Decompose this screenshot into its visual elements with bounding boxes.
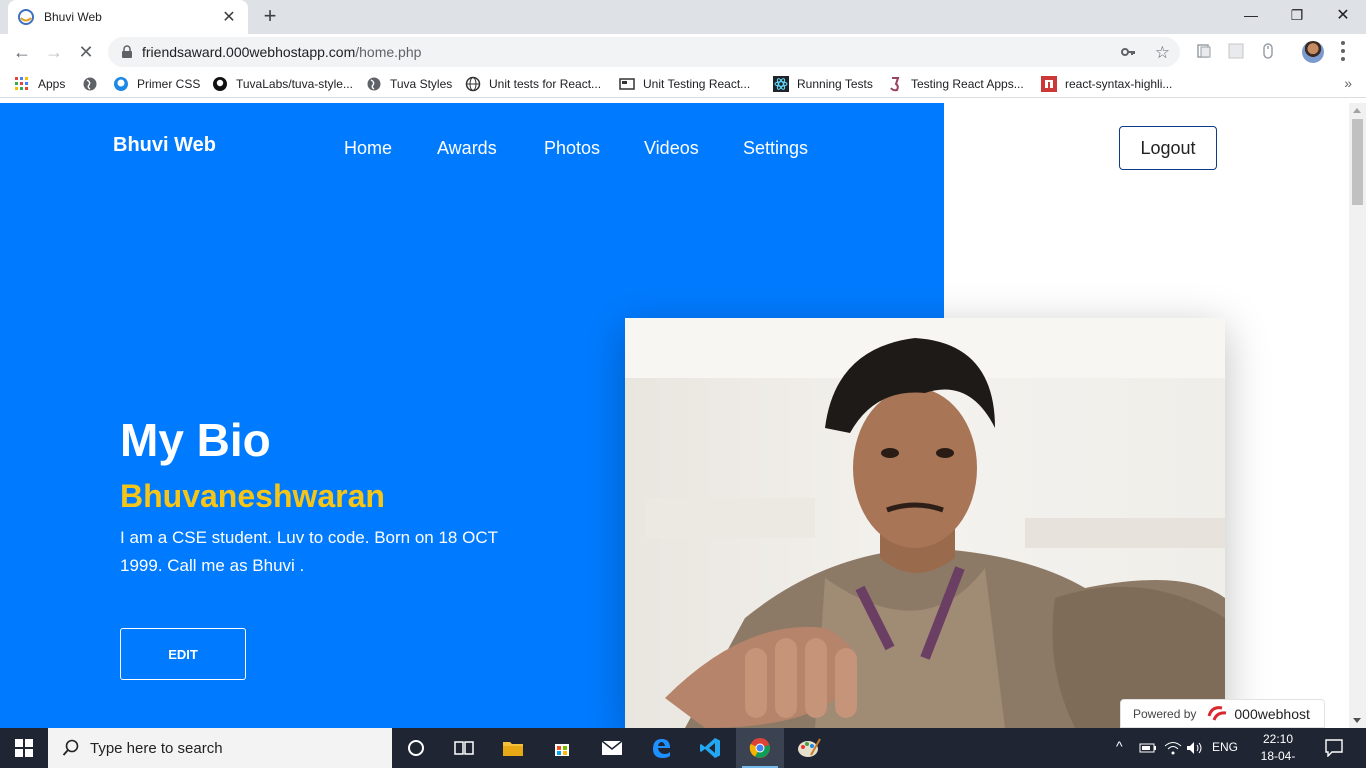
minimize-icon[interactable]: — xyxy=(1228,0,1274,30)
site-brand[interactable]: Bhuvi Web xyxy=(113,134,216,157)
lock-icon xyxy=(122,45,132,58)
nav-settings[interactable]: Settings xyxy=(743,138,808,159)
npm-icon xyxy=(1041,76,1057,92)
jest-icon xyxy=(890,77,900,92)
taskbar-search-input[interactable]: Type here to search xyxy=(48,728,392,768)
edit-button[interactable]: EDIT xyxy=(120,628,246,680)
extension-mouse-icon[interactable] xyxy=(1260,43,1276,59)
bio-description: I am a CSE student. Luv to code. Born on… xyxy=(120,528,498,575)
edge-icon[interactable] xyxy=(637,728,685,768)
bookmark-globe[interactable] xyxy=(82,76,106,92)
screen-icon xyxy=(619,78,635,90)
bio-name: Bhuvaneshwaran xyxy=(120,478,385,514)
bookmark-label: Unit tests for React... xyxy=(489,77,602,91)
mail-icon[interactable] xyxy=(588,728,636,768)
web-icon xyxy=(465,76,481,92)
bookmark-testing-react-apps[interactable]: Testing React Apps... xyxy=(887,76,1024,92)
restore-icon[interactable]: ❐ xyxy=(1274,0,1320,30)
scrollbar-thumb[interactable] xyxy=(1352,119,1363,205)
address-url: friendsaward.000webhostapp.com/home.php xyxy=(142,44,422,60)
store-icon[interactable] xyxy=(538,728,586,768)
volume-icon[interactable] xyxy=(1186,741,1204,755)
paint-icon[interactable] xyxy=(785,728,833,768)
search-placeholder: Type here to search xyxy=(90,739,223,757)
github-octocat-icon xyxy=(213,77,227,91)
extension-icon[interactable] xyxy=(1196,43,1212,59)
bookmark-apps[interactable]: Apps xyxy=(14,76,65,92)
back-icon[interactable]: ← xyxy=(10,40,34,64)
bookmark-label: react-syntax-highli... xyxy=(1065,77,1173,91)
taskbar-clock[interactable]: 22:10 18-04-2020 xyxy=(1250,731,1306,768)
language-indicator[interactable]: ENG xyxy=(1212,740,1238,754)
windows-taskbar: Type here to search ^ ENG 22:10 18-04-20… xyxy=(0,728,1366,768)
clock-date: 18-04-2020 xyxy=(1260,749,1296,768)
bookmark-react-syntax-highlighter[interactable]: react-syntax-highli... xyxy=(1041,76,1172,92)
bookmark-label: Running Tests xyxy=(797,77,873,91)
key-icon[interactable] xyxy=(1120,44,1136,60)
task-view-icon[interactable] xyxy=(440,728,488,768)
profile-avatar[interactable] xyxy=(1302,41,1324,63)
github-icon xyxy=(114,77,128,91)
nav-videos[interactable]: Videos xyxy=(644,138,699,159)
bookmark-label: Unit Testing React... xyxy=(643,77,751,91)
browser-tab[interactable]: Bhuvi Web ✕ xyxy=(8,0,248,34)
cortana-icon[interactable] xyxy=(392,728,440,768)
logout-button[interactable]: Logout xyxy=(1119,126,1217,170)
globe-icon xyxy=(367,77,381,91)
battery-icon[interactable] xyxy=(1139,741,1157,755)
page-viewport: Bhuvi Web Home Awards Photos Videos Sett… xyxy=(0,103,1349,728)
bookmarks-overflow-icon[interactable]: » xyxy=(1344,75,1352,91)
powered-by-label: Powered by xyxy=(1133,706,1197,721)
tab-close-icon[interactable]: ✕ xyxy=(220,7,238,27)
browser-menu-icon[interactable] xyxy=(1340,41,1346,61)
new-tab-icon[interactable]: + xyxy=(258,4,282,28)
bookmark-star-icon[interactable]: ☆ xyxy=(1155,43,1170,63)
nav-photos[interactable]: Photos xyxy=(544,138,600,159)
browser-toolbar: ← → ✕ friendsaward.000webhostapp.com/hom… xyxy=(0,34,1366,70)
bookmark-label: Apps xyxy=(38,77,66,91)
forward-icon[interactable]: → xyxy=(42,40,66,64)
vscode-icon[interactable] xyxy=(686,728,734,768)
000webhost-logo-icon xyxy=(1207,705,1227,721)
apps-grid-icon xyxy=(15,77,28,90)
globe-icon xyxy=(83,77,97,91)
address-bar[interactable]: friendsaward.000webhostapp.com/home.php … xyxy=(108,37,1180,67)
nav-home[interactable]: Home xyxy=(344,138,392,159)
bookmark-primer-css[interactable]: Primer CSS xyxy=(113,76,200,92)
bookmark-label: Tuva Styles xyxy=(390,77,453,91)
search-icon xyxy=(62,739,79,756)
tab-strip: Bhuvi Web ✕ + — ❐ ✕ xyxy=(0,0,1366,34)
bookmark-unit-testing-react[interactable]: Unit Testing React... xyxy=(619,76,750,92)
tab-title: Bhuvi Web xyxy=(44,10,102,24)
bio-title: My Bio xyxy=(120,414,271,466)
stop-loading-icon[interactable]: ✕ xyxy=(74,40,98,64)
windows-logo-icon xyxy=(15,739,33,757)
bookmark-label: Primer CSS xyxy=(137,77,201,91)
bookmark-label: TuvaLabs/tuva-style... xyxy=(236,77,353,91)
chrome-icon[interactable] xyxy=(736,728,784,768)
window-close-icon[interactable]: ✕ xyxy=(1320,0,1366,30)
bookmark-tuva-styles[interactable]: Tuva Styles xyxy=(366,76,452,92)
bookmark-tuvalabs[interactable]: TuvaLabs/tuva-style... xyxy=(212,76,353,92)
powered-by-brand: 000webhost xyxy=(1234,705,1310,722)
notifications-icon[interactable] xyxy=(1325,739,1343,757)
powered-by-badge[interactable]: Powered by 000webhost xyxy=(1120,699,1325,728)
react-icon xyxy=(773,76,789,92)
bookmark-label: Testing React Apps... xyxy=(911,77,1024,91)
site-favicon-icon xyxy=(18,9,34,25)
bookmark-running-tests[interactable]: Running Tests xyxy=(773,76,873,92)
show-hidden-icons-icon[interactable]: ^ xyxy=(1116,738,1123,754)
page-scrollbar[interactable] xyxy=(1349,103,1366,728)
extension-grid-icon[interactable] xyxy=(1228,43,1244,59)
bookmark-unit-tests-react[interactable]: Unit tests for React... xyxy=(465,76,601,92)
wifi-icon[interactable] xyxy=(1164,741,1182,755)
scroll-down-icon[interactable] xyxy=(1353,718,1361,723)
profile-photo xyxy=(625,318,1225,728)
file-explorer-icon[interactable] xyxy=(489,728,537,768)
scroll-up-icon[interactable] xyxy=(1353,108,1361,113)
bookmarks-bar: Apps Primer CSS TuvaLabs/tuva-style... T… xyxy=(0,70,1366,98)
start-button[interactable] xyxy=(0,728,48,768)
clock-time: 22:10 xyxy=(1262,732,1294,746)
nav-awards[interactable]: Awards xyxy=(437,138,497,159)
